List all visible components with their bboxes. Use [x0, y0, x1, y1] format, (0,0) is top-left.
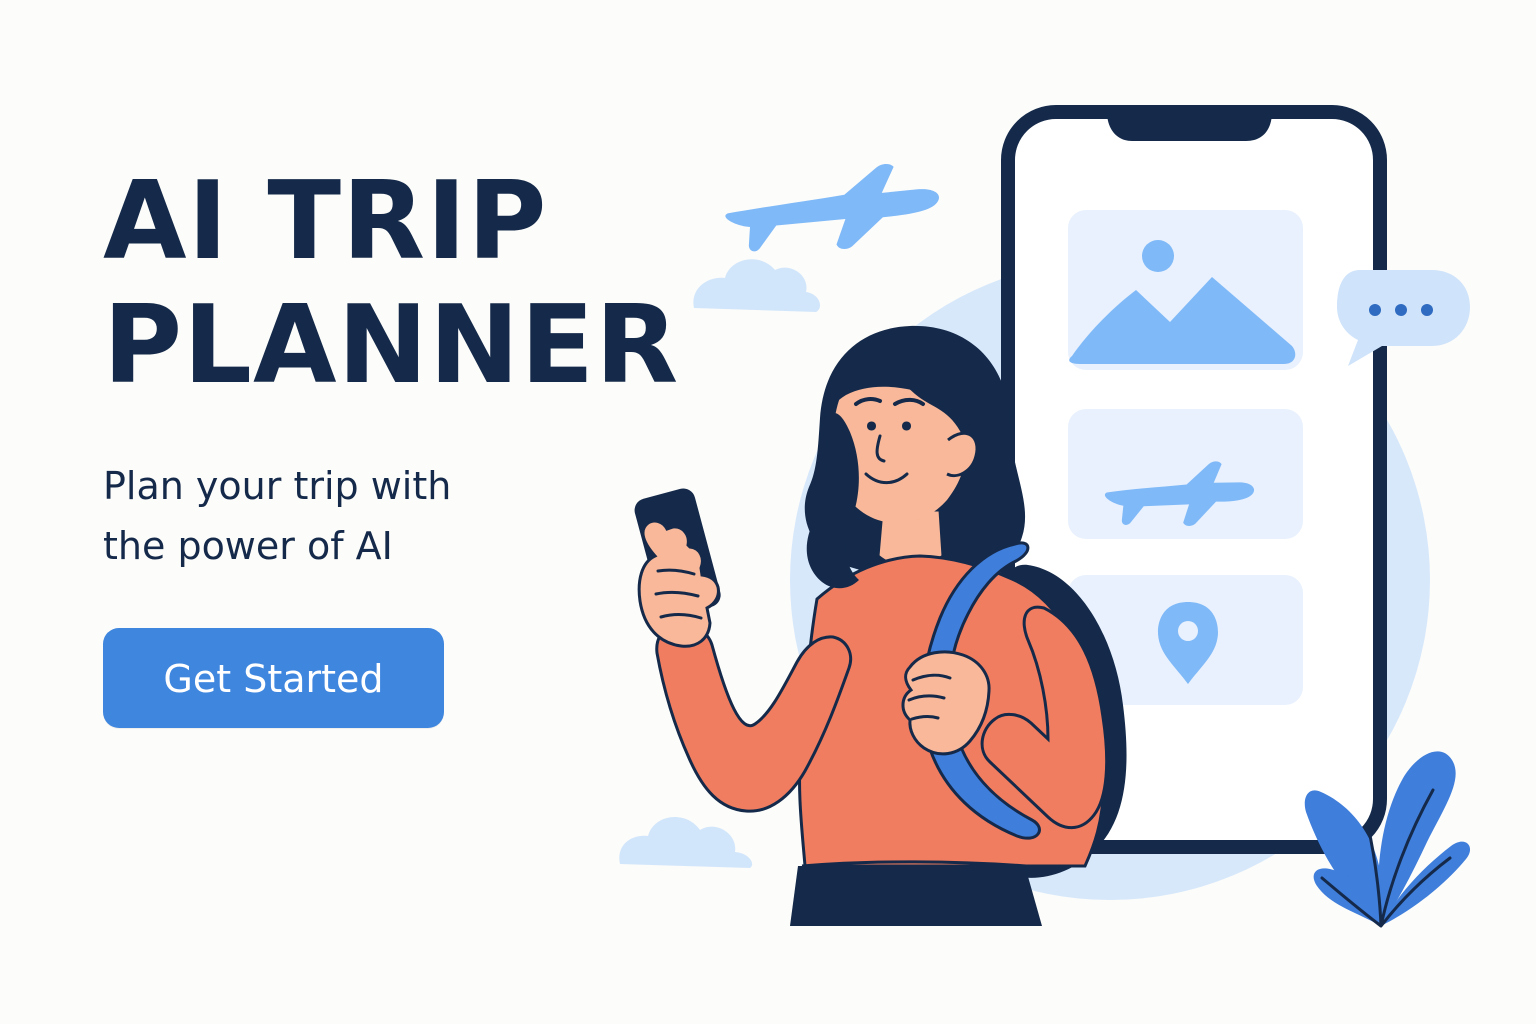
chat-bubble-icon: [1337, 270, 1470, 366]
page-title-line-1: AI TRIP: [103, 159, 548, 284]
flight-card: [1068, 409, 1303, 539]
image-card: [1068, 210, 1303, 370]
phone-notch: [1107, 112, 1272, 141]
hero-subtitle: Plan your trip with the power of AI: [103, 464, 452, 568]
cloud-icon: [619, 817, 753, 868]
hero-text-block: AI TRIP PLANNER Plan your trip with the …: [103, 160, 703, 576]
image-icon: [1142, 240, 1174, 272]
cloud-icon: [693, 259, 821, 312]
get-started-button[interactable]: Get Started: [103, 628, 444, 728]
airplane-icon: [725, 163, 939, 252]
page-title-line-2: PLANNER: [103, 283, 680, 408]
page-title: AI TRIP PLANNER: [103, 160, 703, 408]
